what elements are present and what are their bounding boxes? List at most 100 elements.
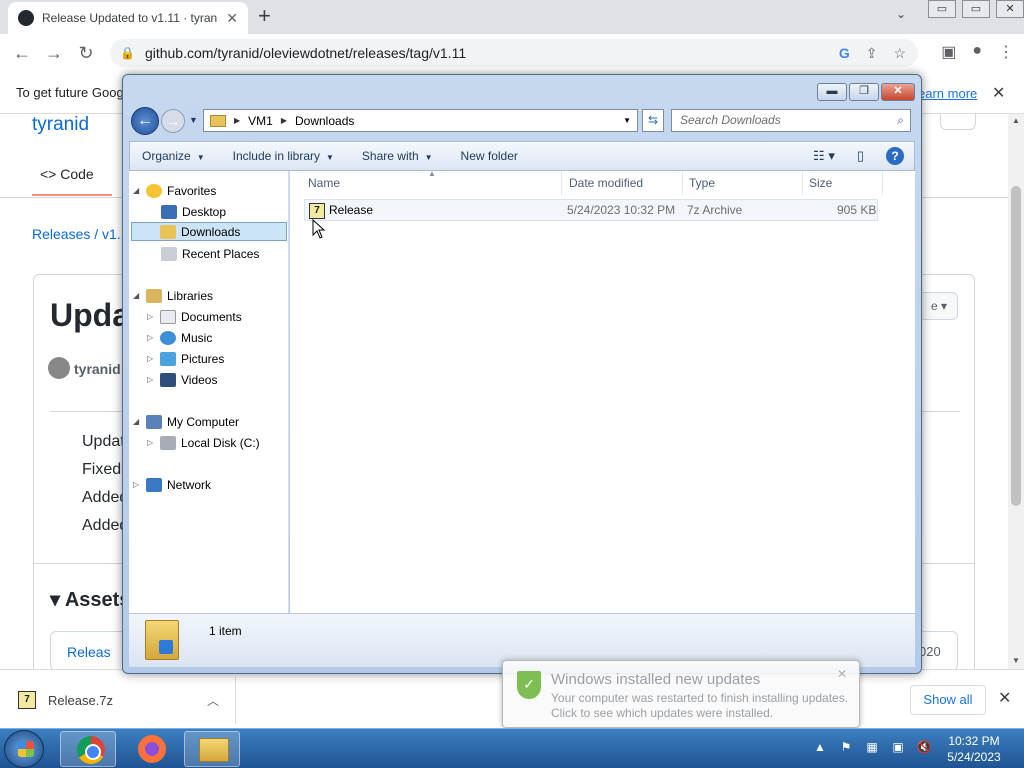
column-date-modified[interactable]: Date modified bbox=[563, 171, 683, 195]
breadcrumb[interactable]: Releases / v1.1 bbox=[32, 226, 129, 242]
expand-arrow-icon[interactable]: ▷ bbox=[147, 333, 155, 342]
explorer-maximize-button[interactable]: ❐ bbox=[849, 83, 879, 101]
explorer-address-bar[interactable]: ▶ VM1 ▶ Downloads ▼ bbox=[203, 109, 638, 132]
shield-check-icon: ✓ bbox=[517, 671, 541, 699]
nav-libraries[interactable]: ◢ Libraries bbox=[133, 286, 213, 305]
nav-documents[interactable]: ▷ Documents bbox=[147, 307, 242, 326]
preview-pane-icon[interactable]: ▯ bbox=[857, 148, 864, 164]
address-bar[interactable]: 🔒 github.com/tyranid/oleviewdotnet/relea… bbox=[110, 39, 918, 67]
explorer-search-input[interactable]: Search Downloads ⌕ bbox=[671, 109, 911, 132]
asset-link[interactable]: Releas bbox=[67, 644, 111, 660]
download-item[interactable]: 7 Release.7z ︿ bbox=[8, 676, 236, 724]
new-folder-button[interactable]: New folder bbox=[461, 149, 518, 163]
bookmark-star-icon[interactable]: ☆ bbox=[893, 45, 906, 62]
expand-arrow-icon[interactable]: ▷ bbox=[147, 375, 155, 384]
share-with-button[interactable]: Share with ▼ bbox=[362, 149, 433, 163]
column-size[interactable]: Size bbox=[803, 171, 883, 195]
tab-close-button[interactable]: ✕ bbox=[226, 10, 238, 27]
nav-videos[interactable]: ▷ Videos bbox=[147, 370, 217, 389]
explorer-back-button[interactable]: ← bbox=[131, 107, 159, 135]
breadcrumb-vm1[interactable]: VM1 bbox=[248, 114, 273, 128]
update-notification[interactable]: ✓ Windows installed new updates Your com… bbox=[502, 660, 860, 728]
learn-more-link[interactable]: earn more bbox=[918, 86, 977, 101]
share-icon[interactable]: ⇪ bbox=[866, 45, 878, 62]
tab-search-button[interactable]: ⌄ bbox=[896, 7, 906, 21]
tab-code[interactable]: <> Code bbox=[40, 166, 94, 182]
minimize-button[interactable]: ▭ bbox=[928, 0, 956, 18]
expand-arrow-icon[interactable]: ▷ bbox=[147, 438, 155, 447]
assets-heading[interactable]: ▾ Assets bbox=[50, 587, 130, 612]
taskbar-explorer[interactable] bbox=[184, 731, 240, 767]
show-all-button[interactable]: Show all bbox=[910, 685, 986, 715]
side-panel-icon[interactable]: ▣ bbox=[941, 42, 956, 62]
tray-expand-icon[interactable]: ▲ bbox=[812, 739, 828, 755]
recent-pages-icon[interactable]: ▼ bbox=[189, 115, 198, 125]
column-type[interactable]: Type bbox=[683, 171, 803, 195]
repo-owner-link[interactable]: tyranid bbox=[32, 114, 89, 136]
back-button[interactable]: ← bbox=[6, 43, 38, 64]
expand-arrow-icon[interactable]: ◢ bbox=[133, 417, 141, 426]
taskbar-chrome[interactable] bbox=[60, 731, 116, 767]
nav-music[interactable]: ▷ Music bbox=[147, 328, 212, 347]
nav-label: Favorites bbox=[167, 183, 217, 198]
nav-desktop[interactable]: Desktop bbox=[161, 202, 226, 221]
menu-icon[interactable]: ⋮ bbox=[998, 42, 1014, 62]
start-button[interactable] bbox=[4, 730, 44, 768]
view-options-icon[interactable]: ☷ ▾ bbox=[813, 148, 835, 164]
new-tab-button[interactable]: + bbox=[258, 4, 271, 28]
refresh-button[interactable]: ⇆ bbox=[642, 109, 664, 132]
help-icon[interactable]: ? bbox=[886, 147, 904, 165]
infobar-close-button[interactable]: ✕ bbox=[992, 83, 1005, 103]
nav-label: Recent Places bbox=[182, 246, 260, 261]
scrollbar-thumb[interactable] bbox=[1011, 186, 1021, 506]
expand-arrow-icon[interactable]: ◢ bbox=[133, 186, 141, 195]
browser-tab[interactable]: Release Updated to v1.11 · tyranid ✕ bbox=[8, 2, 248, 34]
search-icon[interactable]: ⌕ bbox=[897, 110, 904, 131]
clock-time: 10:32 PM bbox=[948, 734, 1000, 748]
lock-icon: 🔒 bbox=[120, 46, 135, 60]
shelf-close-button[interactable]: ✕ bbox=[998, 688, 1011, 708]
profile-icon[interactable]: ● bbox=[972, 42, 982, 62]
explorer-close-button[interactable]: ✕ bbox=[881, 83, 915, 101]
chevron-up-icon[interactable]: ︿ bbox=[207, 692, 219, 709]
avatar[interactable] bbox=[48, 357, 70, 379]
action-center-icon[interactable]: ⚑ bbox=[838, 739, 854, 755]
close-window-button[interactable]: ✕ bbox=[996, 0, 1024, 18]
breadcrumb-arrow-icon[interactable]: ▶ bbox=[234, 116, 240, 125]
file-row[interactable]: 7 Release 5/24/2023 10:32 PM 7z Archive … bbox=[304, 199, 878, 221]
address-dropdown-icon[interactable]: ▼ bbox=[623, 116, 631, 125]
google-icon[interactable]: G bbox=[839, 45, 850, 62]
nav-network[interactable]: ▷ Network bbox=[133, 475, 211, 494]
include-in-library-button[interactable]: Include in library ▼ bbox=[233, 149, 334, 163]
nav-local-disk[interactable]: ▷ Local Disk (C:) bbox=[147, 433, 260, 452]
nav-pictures[interactable]: ▷ Pictures bbox=[147, 349, 224, 368]
taskbar: ▲ ⚑ ▦ ▣ 🔇 10:32 PM 5/24/2023 bbox=[0, 728, 1024, 768]
breadcrumb-arrow-icon[interactable]: ▶ bbox=[281, 116, 287, 125]
expand-arrow-icon[interactable]: ▷ bbox=[133, 480, 141, 489]
restore-button[interactable]: ▭ bbox=[962, 0, 990, 18]
taskbar-firefox[interactable] bbox=[122, 731, 178, 767]
nav-recent-places[interactable]: Recent Places bbox=[161, 244, 259, 263]
volume-muted-icon[interactable]: 🔇 bbox=[916, 739, 932, 755]
explorer-forward-button[interactable]: → bbox=[161, 109, 185, 133]
scroll-up-icon[interactable]: ▲ bbox=[1012, 116, 1020, 125]
expand-arrow-icon[interactable]: ◢ bbox=[133, 291, 141, 300]
network-status-icon[interactable]: ▦ bbox=[864, 739, 880, 755]
nav-my-computer[interactable]: ◢ My Computer bbox=[133, 412, 239, 431]
release-author[interactable]: tyranid bbox=[74, 361, 121, 377]
nav-favorites[interactable]: ◢ Favorites bbox=[133, 181, 216, 200]
reload-button[interactable]: ↻ bbox=[70, 43, 102, 64]
nav-downloads[interactable]: Downloads bbox=[131, 222, 287, 241]
taskbar-clock[interactable]: 10:32 PM 5/24/2023 bbox=[944, 733, 1004, 765]
organize-button[interactable]: Organize ▼ bbox=[142, 149, 205, 163]
expand-arrow-icon[interactable]: ▷ bbox=[147, 354, 155, 363]
display-icon[interactable]: ▣ bbox=[890, 739, 906, 755]
column-name[interactable]: Name bbox=[302, 171, 562, 195]
page-scrollbar[interactable]: ▲ ▼ bbox=[1008, 114, 1024, 669]
expand-arrow-icon[interactable]: ▷ bbox=[147, 312, 155, 321]
breadcrumb-downloads[interactable]: Downloads bbox=[295, 114, 354, 128]
scroll-down-icon[interactable]: ▼ bbox=[1012, 656, 1020, 665]
explorer-minimize-button[interactable]: ▬ bbox=[817, 83, 847, 101]
forward-button[interactable]: → bbox=[38, 43, 70, 64]
notification-close-icon[interactable]: ✕ bbox=[837, 667, 847, 681]
